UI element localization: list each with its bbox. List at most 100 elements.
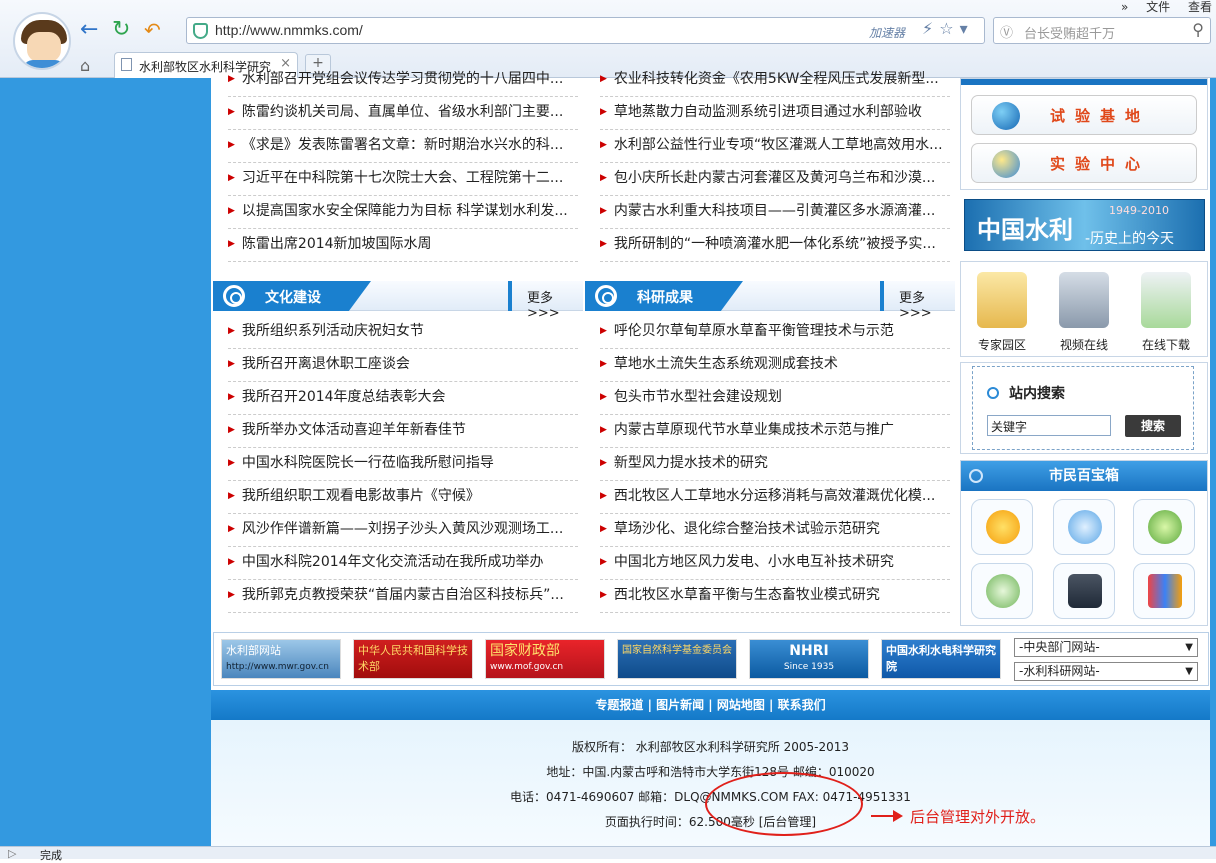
news-item-title[interactable]: 《求是》发表陈雷署名文章：新时期治水兴水的科...	[242, 137, 563, 153]
star-icon[interactable]: ⚡☆▾	[922, 19, 974, 38]
news-item[interactable]: ▶ 草场沙化、退化综合整治技术试验示范研究	[600, 514, 950, 547]
news-item-title[interactable]: 我所郭克贞教授荣获“首届内蒙古自治区科技标兵”...	[242, 587, 564, 603]
news-item-title[interactable]: 呼伦贝尔草甸草原水草畜平衡管理技术与示范	[614, 323, 894, 339]
news-item-title[interactable]: 陈雷约谈机关司局、直属单位、省级水利部门主要...	[242, 104, 563, 120]
notes-tool[interactable]	[971, 563, 1033, 619]
news-item-title[interactable]: 我所研制的“一种喷滴灌水肥一体化系统”被授予实...	[614, 236, 936, 252]
address-bar[interactable]: http://www.nmmks.com/ 加速器 ⚡☆▾	[186, 17, 985, 44]
menu-file[interactable]: 文件	[1146, 0, 1170, 14]
news-item[interactable]: ▶ 以提高国家水安全保障能力为目标 科学谋划水利发...	[228, 196, 578, 229]
news-item-title[interactable]: 风沙作伴谱新篇——刘拐子沙头入黄风沙观测场工...	[242, 521, 563, 537]
news-item[interactable]: ▶ 我所组织系列活动庆祝妇女节	[228, 316, 578, 349]
news-item-title[interactable]: 我所组织系列活动庆祝妇女节	[242, 323, 424, 339]
news-item[interactable]: ▶ 呼伦贝尔草甸草原水草畜平衡管理技术与示范	[600, 316, 950, 349]
news-item[interactable]: ▶ 我所召开2014年度总结表彰大会	[228, 382, 578, 415]
news-item-title[interactable]: 草地水土流失生态系统观测成套技术	[614, 356, 838, 372]
news-item[interactable]: ▶ 水利部召开党组会议传达学习贯彻党的十八届四中...	[228, 64, 578, 97]
search-placeholder[interactable]: 台长受贿超千万	[1024, 23, 1115, 42]
footer-nav[interactable]: 专题报道 | 图片新闻 | 网站地图 | 联系我们	[211, 690, 1210, 720]
undo-icon[interactable]: ↶	[144, 18, 161, 42]
news-item-title[interactable]: 农业科技转化资金《农用5KW全程风压式发展新型...	[614, 71, 939, 87]
news-item[interactable]: ▶ 西北牧区人工草地水分运移消耗与高效灌溉优化模...	[600, 481, 950, 514]
lab-center-button[interactable]: 实验中心	[971, 143, 1197, 183]
menu-view[interactable]: 查看	[1188, 0, 1212, 14]
news-item[interactable]: ▶ 我所召开离退休职工座谈会	[228, 349, 578, 382]
news-item[interactable]: ▶ 我所组织职工观看电影故事片《守候》	[228, 481, 578, 514]
nhri-logo-link[interactable]: NHRI Since 1935	[749, 639, 869, 679]
news-item-title[interactable]: 西北牧区水草畜平衡与生态畜牧业模式研究	[614, 587, 880, 603]
news-item[interactable]: ▶ 中国水科院2014年文化交流活动在我所成功举办	[228, 547, 578, 580]
news-item[interactable]: ▶ 内蒙古草原现代节水草业集成技术示范与推广	[600, 415, 950, 448]
news-item[interactable]: ▶ 习近平在中科院第十七次院士大会、工程院第十二...	[228, 163, 578, 196]
online-download-link[interactable]: 在线下载	[1127, 266, 1205, 356]
news-item[interactable]: ▶ 农业科技转化资金《农用5KW全程风压式发展新型...	[600, 64, 950, 97]
menu-expand-icon[interactable]: »	[1121, 0, 1128, 14]
news-item[interactable]: ▶ 我所举办文体活动喜迎羊年新春佳节	[228, 415, 578, 448]
news-item[interactable]: ▶ 内蒙古水利重大科技项目——引黄灌区多水源滴灌...	[600, 196, 950, 229]
china-water-history-banner[interactable]: 中国水利 1949-2010 -历史上的今天	[964, 199, 1205, 251]
news-item[interactable]: ▶ 包头市节水型社会建设规划	[600, 382, 950, 415]
news-item[interactable]: ▶ 包小庆所长赴内蒙古河套灌区及黄河乌兰布和沙漠...	[600, 163, 950, 196]
mof-logo-link[interactable]: 国家财政部 www.mof.gov.cn	[485, 639, 605, 679]
news-item-title[interactable]: 我所组织职工观看电影故事片《守候》	[242, 488, 480, 504]
news-item-title[interactable]: 西北牧区人工草地水分运移消耗与高效灌溉优化模...	[614, 488, 935, 504]
home-icon[interactable]: ⌂	[80, 56, 90, 75]
news-item[interactable]: ▶ 陈雷出席2014新加坡国际水周	[228, 229, 578, 262]
dictionary-tool[interactable]	[1133, 563, 1195, 619]
news-item[interactable]: ▶ 中国北方地区风力发电、小水电互补技术研究	[600, 547, 950, 580]
site-search-button[interactable]: 搜索	[1125, 415, 1181, 437]
news-item-title[interactable]: 中国北方地区风力发电、小水电互补技术研究	[614, 554, 894, 570]
video-online-link[interactable]: 视频在线	[1045, 266, 1123, 356]
mwr-logo-link[interactable]: 水利部网站 http://www.mwr.gov.cn	[221, 639, 341, 679]
news-item[interactable]: ▶ 我所研制的“一种喷滴灌水肥一体化系统”被授予实...	[600, 229, 950, 262]
news-item-title[interactable]: 我所举办文体活动喜迎羊年新春佳节	[242, 422, 466, 438]
news-item[interactable]: ▶ 西北牧区水草畜平衡与生态畜牧业模式研究	[600, 580, 950, 613]
mwr-logo-text: 水利部网站	[226, 644, 281, 657]
news-item[interactable]: ▶ 风沙作伴谱新篇——刘拐子沙头入黄风沙观测场工...	[228, 514, 578, 547]
news-item-title[interactable]: 陈雷出席2014新加坡国际水周	[242, 236, 432, 252]
expert-zone-link[interactable]: 专家园区	[963, 266, 1041, 356]
news-item-title[interactable]: 包小庆所长赴内蒙古河套灌区及黄河乌兰布和沙漠...	[614, 170, 935, 186]
accelerator-label[interactable]: 加速器	[869, 24, 905, 41]
water-research-select[interactable]: -水利科研网站- ▼	[1014, 662, 1198, 681]
news-item-title[interactable]: 习近平在中科院第十七次院士大会、工程院第十二...	[242, 170, 563, 186]
calculator-tool[interactable]	[1053, 563, 1115, 619]
user-avatar[interactable]	[13, 12, 71, 70]
news-item-title[interactable]: 内蒙古水利重大科技项目——引黄灌区多水源滴灌...	[614, 203, 935, 219]
back-arrow-icon[interactable]: ←	[80, 18, 98, 42]
refresh-icon[interactable]: ↻	[112, 18, 130, 42]
central-dept-select[interactable]: -中央部门网站- ▼	[1014, 638, 1198, 657]
news-item-title[interactable]: 水利部公益性行业专项“牧区灌溉人工草地高效用水...	[614, 137, 943, 153]
news-item-title[interactable]: 以提高国家水安全保障能力为目标 科学谋划水利发...	[242, 203, 568, 219]
news-item[interactable]: ▶ 水利部公益性行业专项“牧区灌溉人工草地高效用水...	[600, 130, 950, 163]
address-url[interactable]: http://www.nmmks.com/	[215, 22, 363, 38]
weather-tool[interactable]	[971, 499, 1033, 555]
news-item[interactable]: ▶ 草地蒸散力自动监测系统引进项目通过水利部验收	[600, 97, 950, 130]
search-engine-icon[interactable]: Ⓥ	[1000, 22, 1013, 41]
news-item-title[interactable]: 包头市节水型社会建设规划	[614, 389, 782, 405]
news-item-title[interactable]: 中国水科院2014年文化交流活动在我所成功举办	[242, 554, 544, 570]
news-item[interactable]: ▶ 我所郭克贞教授荣获“首届内蒙古自治区科技标兵”...	[228, 580, 578, 613]
news-item-title[interactable]: 草地蒸散力自动监测系统引进项目通过水利部验收	[614, 104, 922, 120]
news-item-title[interactable]: 水利部召开党组会议传达学习贯彻党的十八届四中...	[242, 71, 563, 87]
news-item-title[interactable]: 我所召开2014年度总结表彰大会	[242, 389, 446, 405]
news-item-title[interactable]: 我所召开离退休职工座谈会	[242, 356, 410, 372]
news-item-title[interactable]: 中国水科院医院长一行莅临我所慰问指导	[242, 455, 494, 471]
news-item[interactable]: ▶ 新型风力提水技术的研究	[600, 448, 950, 481]
news-item[interactable]: ▶ 《求是》发表陈雷署名文章：新时期治水兴水的科...	[228, 130, 578, 163]
nsfc-logo-link[interactable]: 国家自然科学基金委员会	[617, 639, 737, 679]
news-item-title[interactable]: 内蒙古草原现代节水草业集成技术示范与推广	[614, 422, 894, 438]
flight-tool[interactable]	[1053, 499, 1115, 555]
news-item[interactable]: ▶ 陈雷约谈机关司局、直属单位、省级水利部门主要...	[228, 97, 578, 130]
most-logo-link[interactable]: 中华人民共和国科学技术部	[353, 639, 473, 679]
news-item[interactable]: ▶ 中国水科院医院长一行莅临我所慰问指导	[228, 448, 578, 481]
news-item[interactable]: ▶ 草地水土流失生态系统观测成套技术	[600, 349, 950, 382]
iwhr-logo-link[interactable]: 中国水利水电科学研究院	[881, 639, 1001, 679]
test-base-button[interactable]: 试验基地	[971, 95, 1197, 135]
news-item-title[interactable]: 新型风力提水技术的研究	[614, 455, 768, 471]
browser-search-box[interactable]: Ⓥ 台长受贿超千万 ⚲	[993, 17, 1211, 44]
news-item-title[interactable]: 草场沙化、退化综合整治技术试验示范研究	[614, 521, 880, 537]
keyword-input[interactable]: 关键字	[987, 415, 1111, 436]
search-icon[interactable]: ⚲	[1192, 20, 1204, 39]
train-tool[interactable]	[1133, 499, 1195, 555]
